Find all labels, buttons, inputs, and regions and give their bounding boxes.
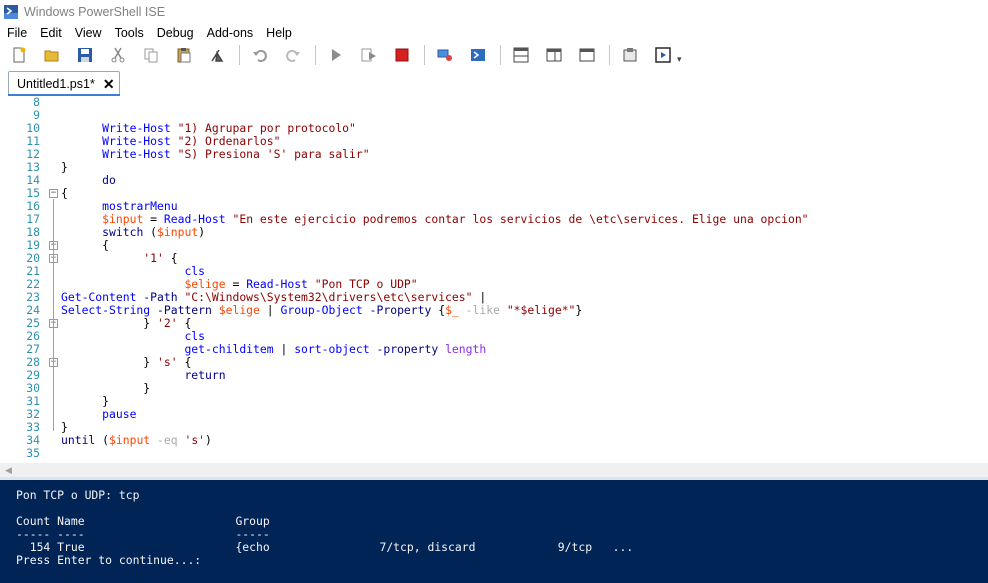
code-line[interactable]: 14 do [0, 174, 988, 187]
window-title: Windows PowerShell ISE [24, 5, 166, 19]
line-number: 35 [26, 446, 40, 460]
menu-view[interactable]: View [68, 24, 108, 42]
powershell-app-icon [4, 5, 18, 19]
code-line[interactable]: 12 Write-Host "S) Presiona 'S' para sali… [0, 148, 988, 161]
tab-strip: Untitled1.ps1* ✕ [0, 68, 988, 95]
new-icon[interactable] [8, 44, 30, 66]
menu-debug[interactable]: Debug [150, 24, 200, 42]
code-line[interactable]: 35 [0, 447, 988, 460]
menu-edit[interactable]: Edit [33, 24, 68, 42]
code-line[interactable]: 8 [0, 96, 988, 109]
code-line[interactable]: 18 switch ($input) [0, 226, 988, 239]
powershell-icon[interactable] [467, 44, 489, 66]
script-editor[interactable]: 8 9 10 Write-Host "1) Agrupar por protocol… [0, 96, 988, 462]
menu-addons[interactable]: Add-ons [200, 24, 260, 42]
code-text: do [102, 173, 116, 187]
paste-icon[interactable] [173, 44, 195, 66]
command-addon-icon[interactable] [619, 44, 641, 66]
menu-file[interactable]: File [0, 24, 33, 42]
toolbar-separator [424, 45, 425, 65]
stop-icon[interactable] [391, 44, 413, 66]
fold-guide [53, 368, 54, 392]
fold-guide [53, 329, 54, 353]
code-line[interactable]: 32 pause [0, 408, 988, 421]
run-selection-icon[interactable] [358, 44, 380, 66]
script-pane-top-icon[interactable] [510, 44, 532, 66]
menu-tools[interactable]: Tools [108, 24, 150, 42]
show-script-pane-icon[interactable] [652, 44, 674, 66]
code-text: until ($input -eq 's') [61, 433, 212, 447]
code-line[interactable]: 31 } [0, 395, 988, 408]
title-bar: Windows PowerShell ISE [0, 0, 988, 24]
tab-label: Untitled1.ps1* [17, 76, 95, 91]
code-text: pause [102, 407, 137, 421]
collapse-icon[interactable]: − [49, 189, 58, 198]
code-line[interactable]: 13} [0, 161, 988, 174]
menu-help[interactable]: Help [259, 24, 298, 42]
script-pane-right-icon[interactable] [543, 44, 565, 66]
fold-guide [53, 264, 54, 314]
toolbar-separator [609, 45, 610, 65]
redo-icon[interactable] [282, 44, 304, 66]
console-line: Pon TCP o UDP: tcp [16, 488, 140, 502]
console-line: Press Enter to continue...: [16, 553, 202, 567]
menu-bar: File Edit View Tools Debug Add-ons Help [0, 24, 988, 42]
close-icon[interactable]: ✕ [103, 77, 115, 91]
undo-icon[interactable] [249, 44, 271, 66]
code-line[interactable]: 34 until ($input -eq 's') [0, 434, 988, 447]
remote-icon[interactable] [434, 44, 456, 66]
run-icon[interactable] [325, 44, 347, 66]
open-icon[interactable] [41, 44, 63, 66]
cut-icon[interactable] [107, 44, 129, 66]
toolbar: ▾ [0, 42, 988, 68]
clear-icon[interactable] [206, 44, 228, 66]
code-text: Write-Host "S) Presiona 'S' para salir" [102, 147, 370, 161]
console-pane[interactable]: Pon TCP o UDP: tcp Count Name Group ----- … [0, 480, 988, 583]
horizontal-scrollbar[interactable]: ◀ [0, 463, 988, 477]
save-icon[interactable] [74, 44, 96, 66]
tab-untitled1[interactable]: Untitled1.ps1* ✕ [8, 71, 120, 95]
toolbar-overflow-icon[interactable]: ▾ [677, 54, 682, 65]
copy-icon[interactable] [140, 44, 162, 66]
code-line[interactable]: 30 } [0, 382, 988, 395]
script-pane-max-icon[interactable] [576, 44, 598, 66]
toolbar-separator [315, 45, 316, 65]
toolbar-separator [239, 45, 240, 65]
toolbar-separator [500, 45, 501, 65]
scroll-left-icon[interactable]: ◀ [5, 465, 12, 476]
